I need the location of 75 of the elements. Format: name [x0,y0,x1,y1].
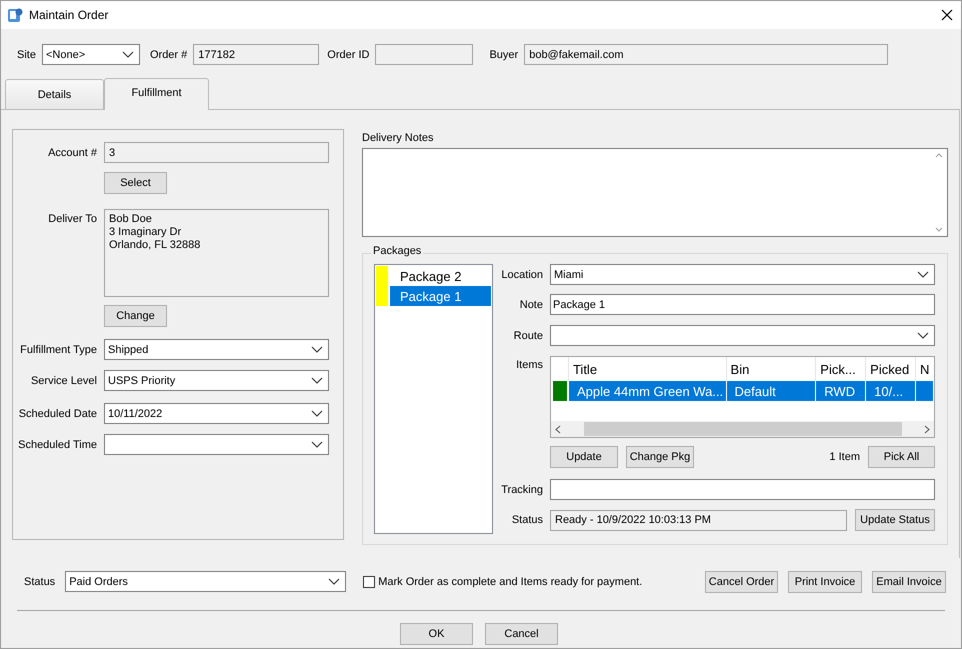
dropdown[interactable] [104,434,329,455]
tracking-label: Tracking [500,484,543,496]
pick-all-button[interactable]: Pick All [868,446,935,468]
update-button[interactable]: Update [550,446,618,468]
package-item[interactable]: Package 1 [390,286,491,306]
order-id-label: Order ID [327,48,370,60]
scroll-up-icon[interactable] [935,153,943,158]
status-label: Status [24,576,56,588]
action-button[interactable]: Print Invoice [788,570,862,592]
delivery-notes-field[interactable] [362,148,948,237]
route-label: Route [512,330,543,342]
checkbox[interactable] [363,576,376,588]
chevron-down-icon [328,578,340,585]
scroll-down-icon[interactable] [935,227,943,232]
table-cell: RWD [816,381,866,401]
chevron-down-icon [311,410,323,417]
field-label: Fulfillment Type [19,344,97,356]
change-button[interactable]: Change [104,305,167,327]
table-cell: 10/... [866,381,916,401]
location-label: Location [500,268,543,280]
scroll-right-icon[interactable] [924,424,930,434]
order-number-field[interactable]: 177182 [193,44,320,65]
buyer-label: Buyer [489,48,518,60]
chevron-down-icon [311,377,323,384]
packages-label: Packages [371,245,424,257]
site-label: Site [17,48,36,60]
dropdown[interactable]: 10/11/2022 [104,403,329,424]
column-header[interactable]: N [916,357,934,381]
field-label: Scheduled Time [17,438,97,450]
horizontal-scrollbar[interactable] [551,421,934,437]
delivery-notes-label: Delivery Notes [362,132,435,144]
order-id-field[interactable] [375,44,474,65]
deliver-to-label: Deliver To [47,213,97,225]
chevron-down-icon [311,346,323,353]
table-cell: Apple 44mm Green Wa... [568,381,727,401]
tab[interactable]: Details [5,79,104,109]
location-dropdown[interactable]: Miami [550,264,935,285]
tab[interactable]: Fulfillment [104,78,209,110]
note-field[interactable]: Package 1 [550,294,935,315]
field-label: Service Level [30,374,97,386]
mark-complete-label: Mark Order as complete and Items ready for payment. [378,576,642,588]
select-button[interactable]: Select [104,172,167,194]
change-package-button[interactable]: Change Pkg [626,446,694,468]
chevron-down-icon [917,271,929,278]
chevron-down-icon [917,332,929,339]
update-status-button[interactable]: Update Status [855,509,935,531]
site-dropdown[interactable]: <None> [42,44,140,65]
close-icon[interactable] [941,9,953,21]
dialog-button[interactable]: OK [400,623,473,645]
action-button[interactable]: Cancel Order [705,570,778,592]
dialog-button[interactable]: Cancel [485,623,558,645]
action-button[interactable]: Email Invoice [872,570,946,592]
account-label: Account # [47,146,97,158]
item-count: 1 Item [829,451,860,463]
note-label: Note [518,298,543,310]
order-number-label: Order # [150,48,188,60]
route-dropdown[interactable] [550,325,935,346]
account-field[interactable]: 3 [104,142,329,163]
status-field[interactable]: Ready - 10/9/2022 10:03:13 PM [550,510,847,530]
dropdown[interactable]: USPS Priority [104,370,329,391]
status-dropdown[interactable]: Paid Orders [65,571,346,592]
dropdown[interactable]: Shipped [104,339,329,360]
window-title: Maintain Order [29,8,110,22]
package-item[interactable]: Package 2 [390,266,491,286]
scroll-left-icon[interactable] [555,424,561,434]
chevron-down-icon [122,51,134,58]
address-field[interactable]: Bob Doe 3 Imaginary Dr Orlando, FL 32888 [104,209,329,297]
table-cell: Default [726,381,816,401]
tracking-field[interactable] [550,479,935,500]
field-label: Scheduled Date [18,408,97,420]
buyer-field[interactable]: bob@fakemail.com [524,44,888,65]
status-label: Status [510,514,543,526]
chevron-down-icon [311,441,323,448]
app-icon [7,7,23,23]
items-label: Items [515,359,543,371]
